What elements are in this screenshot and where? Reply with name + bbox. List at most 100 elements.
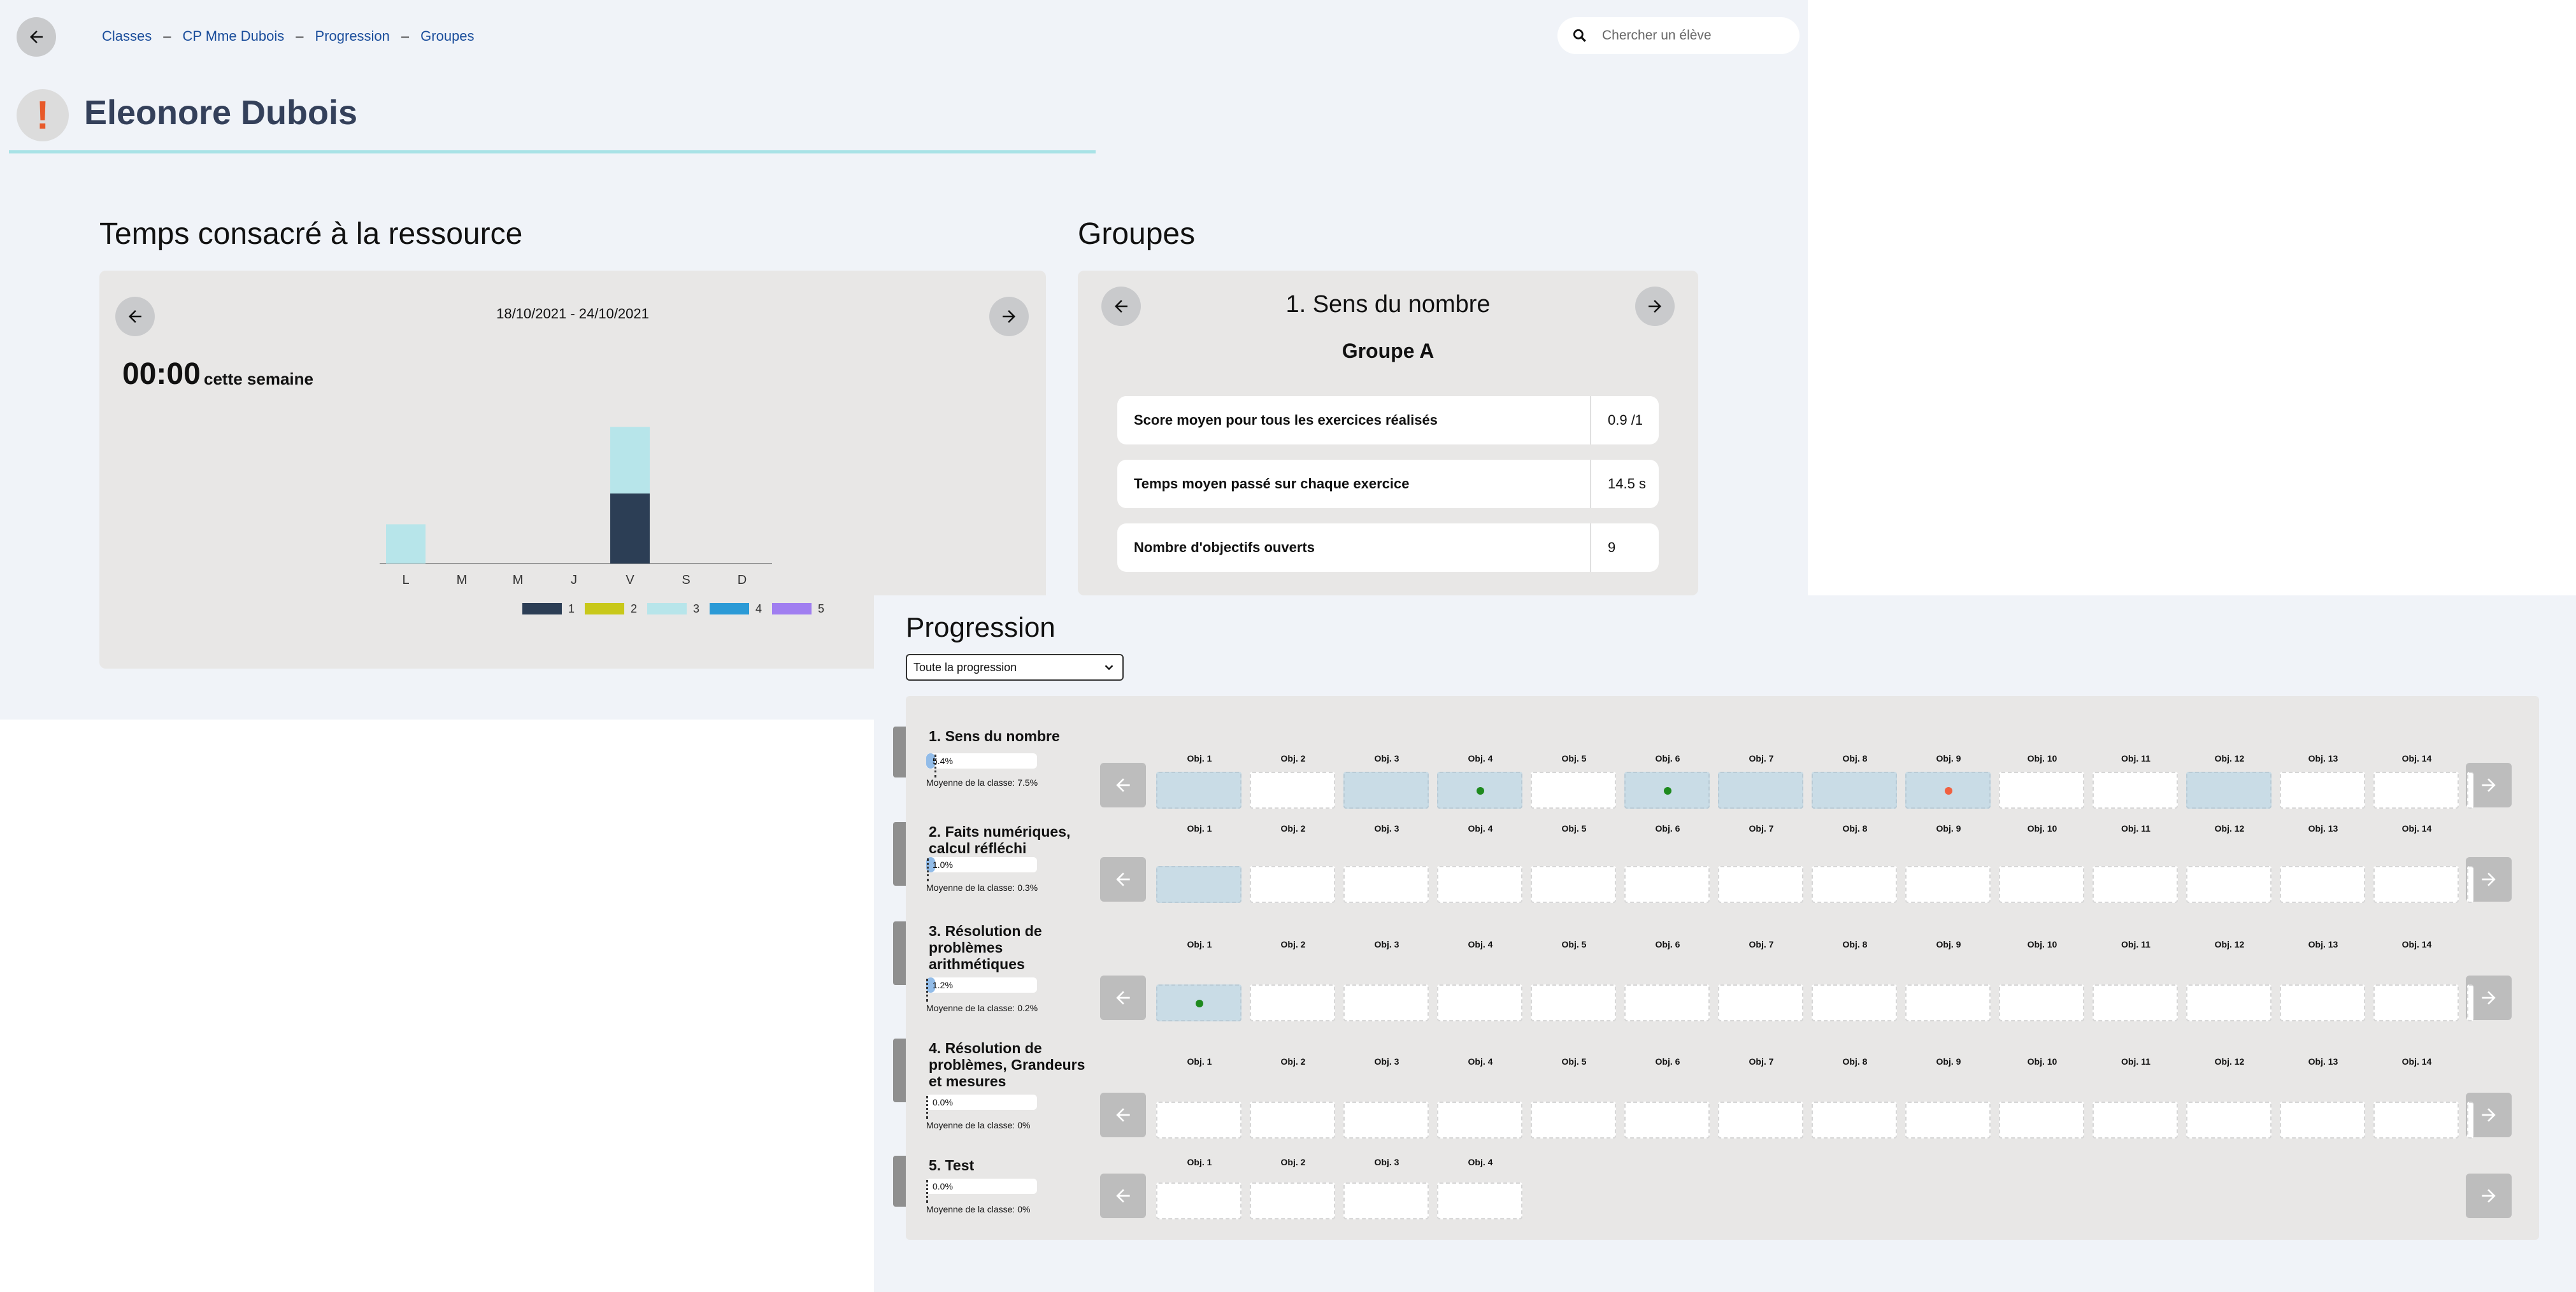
objectives-prev-button[interactable] bbox=[1100, 1174, 1146, 1218]
objective-cell[interactable] bbox=[1437, 984, 1522, 1021]
objective-label: Obj. 9 bbox=[1936, 823, 1961, 834]
objective-cell[interactable] bbox=[1156, 866, 1241, 903]
objective-cell[interactable] bbox=[2280, 984, 2365, 1021]
objective-cell[interactable] bbox=[2280, 1102, 2365, 1139]
row-side-tab[interactable] bbox=[893, 1156, 906, 1207]
objective-cell[interactable] bbox=[1250, 1182, 1335, 1219]
breadcrumb-class[interactable]: CP Mme Dubois bbox=[183, 28, 285, 45]
objective-cell[interactable] bbox=[1343, 1182, 1429, 1219]
objective-cell[interactable] bbox=[1999, 772, 2084, 809]
objective-cell[interactable] bbox=[1156, 772, 1241, 809]
objective-label: Obj. 6 bbox=[1655, 753, 1680, 763]
objective-cell[interactable] bbox=[2093, 1102, 2178, 1139]
objective-label: Obj. 7 bbox=[1749, 823, 1774, 834]
objectives-next-button[interactable] bbox=[2466, 1174, 2512, 1218]
objective-cell[interactable] bbox=[1718, 984, 1803, 1021]
objective-cell[interactable] bbox=[1812, 1102, 1897, 1139]
objective-cell[interactable] bbox=[1437, 1182, 1522, 1219]
objective-cell[interactable] bbox=[1624, 866, 1710, 903]
breadcrumb-classes[interactable]: Classes bbox=[102, 28, 152, 45]
objective-cell[interactable] bbox=[1343, 984, 1429, 1021]
objective-cell[interactable] bbox=[1343, 772, 1429, 809]
objective-cell[interactable] bbox=[2373, 1102, 2459, 1139]
breadcrumb-separator: – bbox=[163, 28, 171, 44]
objective-cell[interactable] bbox=[1905, 1102, 1991, 1139]
objective-cell[interactable] bbox=[2186, 1102, 2272, 1139]
objective-cell[interactable] bbox=[1999, 1102, 2084, 1139]
objective-cell[interactable] bbox=[2186, 984, 2272, 1021]
objectives-prev-button[interactable] bbox=[1100, 857, 1146, 902]
objective-cell[interactable] bbox=[1250, 1102, 1335, 1139]
objective-cell[interactable] bbox=[1156, 984, 1241, 1021]
class-average: Moyenne de la classe: 0.2% bbox=[926, 1003, 1038, 1013]
objective-cell[interactable] bbox=[2280, 866, 2365, 903]
search-input[interactable] bbox=[1601, 27, 1794, 44]
student-name: Eleonore Dubois bbox=[84, 94, 358, 132]
row-side-tab[interactable] bbox=[893, 921, 906, 985]
objective-cell[interactable] bbox=[1718, 1102, 1803, 1139]
objectives-prev-button[interactable] bbox=[1100, 763, 1146, 807]
row-side-tab[interactable] bbox=[893, 727, 906, 777]
objective-cell[interactable] bbox=[2093, 772, 2178, 809]
class-average-marker bbox=[926, 1096, 928, 1119]
objective-cell[interactable] bbox=[1343, 866, 1429, 903]
progress-bar: 0.0% bbox=[926, 1095, 1037, 1119]
stat-row-average-time: Temps moyen passé sur chaque exercice 14… bbox=[1117, 460, 1659, 508]
objective-cell[interactable] bbox=[1156, 1102, 1241, 1139]
objective-cell[interactable] bbox=[1531, 984, 1616, 1021]
objective-cell[interactable] bbox=[2093, 984, 2178, 1021]
next-domain-button[interactable] bbox=[1635, 287, 1675, 326]
legend-swatch-4 bbox=[710, 603, 749, 614]
objective-cell[interactable] bbox=[1250, 984, 1335, 1021]
objective-cell[interactable] bbox=[1156, 1182, 1241, 1219]
progress-bar: 0.0% bbox=[926, 1179, 1037, 1203]
objective-cell[interactable] bbox=[2373, 984, 2459, 1021]
objective-cell[interactable] bbox=[1437, 772, 1522, 809]
objective-cell[interactable] bbox=[1812, 772, 1897, 809]
objective-cell[interactable] bbox=[1624, 984, 1710, 1021]
objective-cell[interactable] bbox=[1531, 772, 1616, 809]
progression-filter-select[interactable]: Toute la progression bbox=[906, 654, 1124, 681]
progress-percent: 0.0% bbox=[933, 1181, 953, 1191]
objective-cell[interactable] bbox=[1624, 1102, 1710, 1139]
objective-cell[interactable] bbox=[1531, 866, 1616, 903]
progress-percent: 1.0% bbox=[933, 860, 953, 870]
objectives-prev-button[interactable] bbox=[1100, 1093, 1146, 1137]
objective-cell[interactable] bbox=[1437, 1102, 1522, 1139]
objective-cell[interactable] bbox=[1718, 866, 1803, 903]
objective-cell[interactable] bbox=[2373, 772, 2459, 809]
objective-cell[interactable] bbox=[1999, 866, 2084, 903]
objective-cell[interactable] bbox=[1250, 772, 1335, 809]
stat-row-average-score: Score moyen pour tous les exercices réal… bbox=[1117, 396, 1659, 444]
objectives-prev-button[interactable] bbox=[1100, 976, 1146, 1020]
class-average-marker bbox=[926, 1180, 928, 1203]
objective-label: Obj. 11 bbox=[2121, 1056, 2150, 1067]
objective-cell[interactable] bbox=[1343, 1102, 1429, 1139]
breadcrumb-groups[interactable]: Groupes bbox=[420, 28, 474, 45]
objective-cell[interactable] bbox=[2186, 772, 2272, 809]
objective-label: Obj. 4 bbox=[1468, 823, 1493, 834]
objective-cell[interactable] bbox=[1250, 866, 1335, 903]
objective-cell[interactable] bbox=[1531, 1102, 1616, 1139]
objective-cell[interactable] bbox=[1905, 984, 1991, 1021]
row-side-tab[interactable] bbox=[893, 822, 906, 886]
objective-cell[interactable] bbox=[1812, 866, 1897, 903]
objective-cell[interactable] bbox=[1999, 984, 2084, 1021]
objective-cell[interactable] bbox=[1437, 866, 1522, 903]
class-average-marker bbox=[926, 858, 929, 881]
objective-status-dot bbox=[1477, 787, 1484, 795]
objective-cell[interactable] bbox=[1905, 772, 1991, 809]
objective-cell[interactable] bbox=[2093, 866, 2178, 903]
next-week-button[interactable] bbox=[989, 297, 1029, 336]
objective-cell[interactable] bbox=[1624, 772, 1710, 809]
back-button[interactable] bbox=[17, 17, 56, 57]
time-section-title: Temps consacré à la ressource bbox=[99, 217, 523, 251]
objective-cell[interactable] bbox=[1812, 984, 1897, 1021]
objective-cell[interactable] bbox=[2280, 772, 2365, 809]
breadcrumb-progression[interactable]: Progression bbox=[315, 28, 390, 45]
objective-cell[interactable] bbox=[2186, 866, 2272, 903]
row-side-tab[interactable] bbox=[893, 1039, 906, 1102]
objective-cell[interactable] bbox=[1718, 772, 1803, 809]
objective-cell[interactable] bbox=[2373, 866, 2459, 903]
objective-cell[interactable] bbox=[1905, 866, 1991, 903]
